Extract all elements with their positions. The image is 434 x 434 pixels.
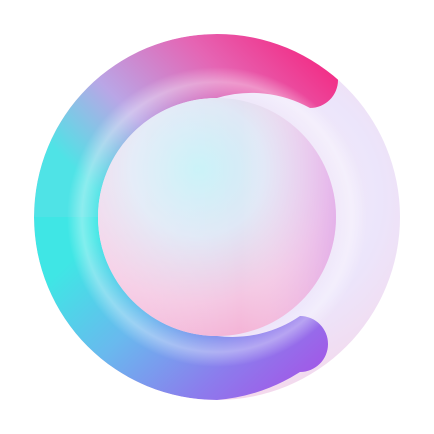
c-ring-logo-icon: [34, 34, 400, 400]
app-icon-canvas: [0, 0, 434, 434]
inner-sphere-tint: [98, 98, 336, 336]
